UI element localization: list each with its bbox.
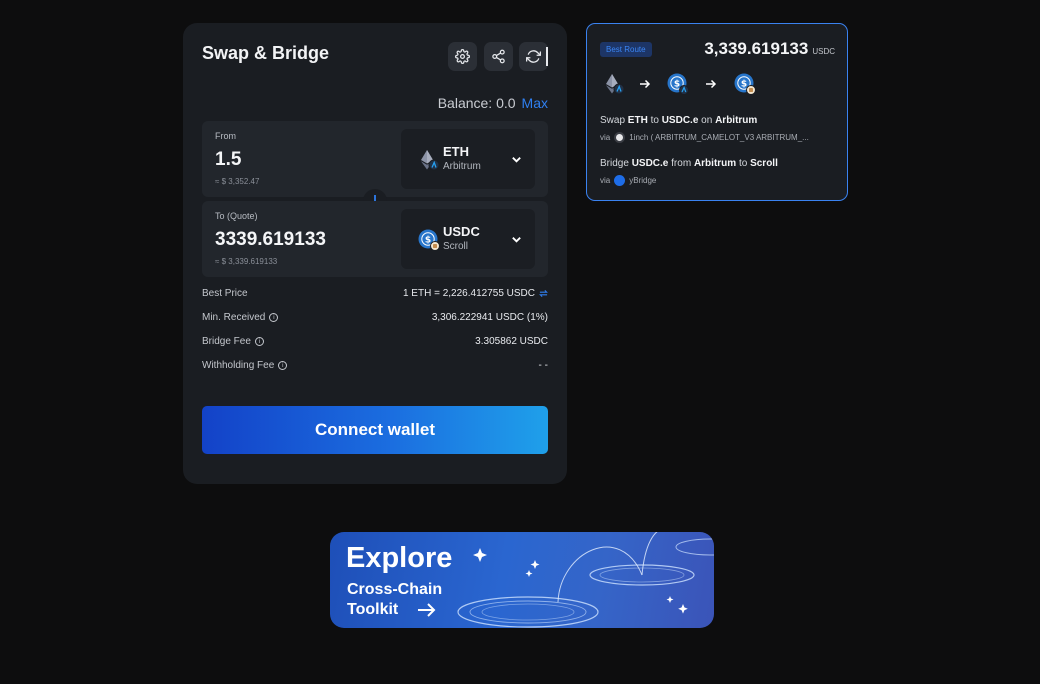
min-received-label-wrap: Min. Received i: [202, 312, 279, 323]
best-route-badge: Best Route: [600, 42, 652, 57]
to-token-selector[interactable]: $ USDC Scroll: [401, 209, 535, 269]
usdc-arbitrum-icon: $: [667, 73, 689, 95]
best-price-value: 1 ETH = 2,226.412755 USDC: [402, 288, 535, 299]
banner-line-2: Toolkit: [347, 601, 399, 618]
to-usd-value: ≈ $ 3,339.619133: [215, 257, 278, 266]
best-route-card[interactable]: Best Route 3,339.619133 USDC $ $ Swap ET…: [586, 23, 848, 201]
route-amount-value: 3,339.619133: [704, 39, 809, 58]
route-amount: 3,339.619133 USDC: [704, 39, 835, 59]
via-label: via: [600, 133, 611, 142]
step-text: to: [738, 158, 748, 169]
share-icon: [492, 49, 505, 64]
info-icon[interactable]: i: [254, 337, 264, 346]
chevron-down-icon: [512, 157, 521, 163]
from-panel: From 1.5 ≈ $ 3,352.47 ETH Arbitrum: [202, 121, 548, 197]
step-token: USDC.e: [631, 158, 669, 169]
from-label: From: [215, 131, 236, 141]
banner-subtitle: Cross-Chain Toolkit: [347, 580, 442, 620]
gear-icon: [455, 49, 470, 64]
arrow-right-icon: [640, 79, 651, 89]
to-panel: To (Quote) 3339.619133 ≈ $ 3,339.619133 …: [202, 201, 548, 277]
step-chain: Arbitrum: [693, 158, 737, 169]
route-step-swap-via: via 1inch ( ARBITRUM_CAMELOT_V3 ARBITRUM…: [600, 132, 836, 143]
1inch-icon: [614, 132, 626, 143]
withholding-fee-label-wrap: Withholding Fee i: [202, 360, 288, 371]
step-text: on: [701, 115, 713, 126]
svg-text:$: $: [674, 80, 680, 90]
to-token-symbol: USDC: [443, 224, 480, 239]
bridge-fee-label-wrap: Bridge Fee i: [202, 336, 264, 347]
from-usd-value: ≈ $ 3,352.47: [215, 177, 260, 186]
share-button[interactable]: [484, 42, 513, 71]
banner-title: Explore: [346, 542, 453, 574]
step-text: from: [671, 158, 692, 169]
step-token: USDC.e: [661, 115, 699, 126]
bridge-fee-value: 3.305862 USDC: [475, 336, 548, 347]
refresh-countdown-bar: [546, 47, 548, 66]
ybridge-icon: [614, 175, 626, 186]
step-chain: Arbitrum: [715, 115, 758, 126]
step-text: to: [650, 115, 659, 126]
best-price-value-wrap: 1 ETH = 2,226.412755 USDC: [403, 288, 548, 299]
info-icon[interactable]: i: [269, 313, 279, 322]
svg-text:$: $: [741, 80, 747, 90]
arrow-right-icon: [706, 79, 717, 89]
from-token-symbol: ETH: [443, 144, 469, 159]
to-token-network: Scroll: [443, 241, 469, 252]
via-label: via: [600, 176, 611, 185]
info-icon[interactable]: i: [278, 361, 288, 370]
explore-toolkit-banner[interactable]: Explore Cross-Chain Toolkit: [330, 532, 714, 628]
route-step-bridge: Bridge USDC.e from Arbitrum to Scroll: [600, 158, 778, 169]
usdc-token-icon: $: [418, 229, 440, 251]
from-token-network: Arbitrum: [443, 161, 481, 172]
step-chain: Scroll: [750, 158, 778, 169]
route-step-swap: Swap ETH to USDC.e on Arbitrum: [600, 115, 757, 126]
refresh-button[interactable]: [519, 42, 548, 71]
best-price-label: Best Price: [202, 288, 248, 299]
usdc-scroll-icon: $: [734, 73, 756, 95]
min-received-row: Min. Received i 3,306.222941 USDC (1%): [202, 312, 548, 323]
settings-button[interactable]: [448, 42, 477, 71]
banner-line-1: Cross-Chain: [347, 581, 443, 598]
via-provider: yBridge: [629, 176, 657, 185]
swap-rate-icon[interactable]: [539, 289, 548, 298]
step-text: Bridge: [600, 158, 629, 169]
card-title: Swap & Bridge: [202, 43, 330, 63]
eth-arbitrum-icon: [606, 74, 625, 95]
withholding-fee-row: Withholding Fee i - -: [202, 360, 548, 371]
from-amount-input[interactable]: 1.5: [215, 149, 241, 171]
bridge-fee-row: Bridge Fee i 3.305862 USDC: [202, 336, 548, 347]
min-received-value: 3,306.222941 USDC (1%): [431, 312, 548, 323]
step-text: Swap: [600, 115, 626, 126]
balance-label: Balance: 0.0: [437, 95, 516, 111]
chevron-down-icon: [512, 237, 521, 243]
withholding-fee-value: - -: [538, 360, 548, 371]
swap-bridge-card: Swap & Bridge Balance: 0.0 Max From 1.5 …: [183, 23, 567, 484]
withholding-fee-label: Withholding Fee: [202, 360, 275, 371]
refresh-icon: [526, 50, 541, 63]
min-received-label: Min. Received: [202, 312, 266, 323]
route-step-bridge-via: via yBridge: [600, 175, 836, 186]
balance-row: Balance: 0.0 Max: [438, 95, 548, 111]
to-label: To (Quote): [215, 211, 258, 221]
bridge-fee-label: Bridge Fee: [202, 336, 251, 347]
to-amount-value: 3339.619133: [215, 229, 326, 250]
via-provider: 1inch ( ARBITRUM_CAMELOT_V3 ARBITRUM_...: [629, 133, 809, 142]
from-token-selector[interactable]: ETH Arbitrum: [401, 129, 535, 189]
route-amount-unit: USDC: [812, 47, 835, 56]
eth-token-icon: [421, 150, 440, 171]
max-button[interactable]: Max: [522, 95, 548, 111]
svg-text:$: $: [425, 236, 431, 246]
step-token: ETH: [627, 115, 648, 126]
connect-wallet-button[interactable]: Connect wallet: [202, 406, 548, 454]
best-price-row: Best Price 1 ETH = 2,226.412755 USDC: [202, 288, 548, 299]
